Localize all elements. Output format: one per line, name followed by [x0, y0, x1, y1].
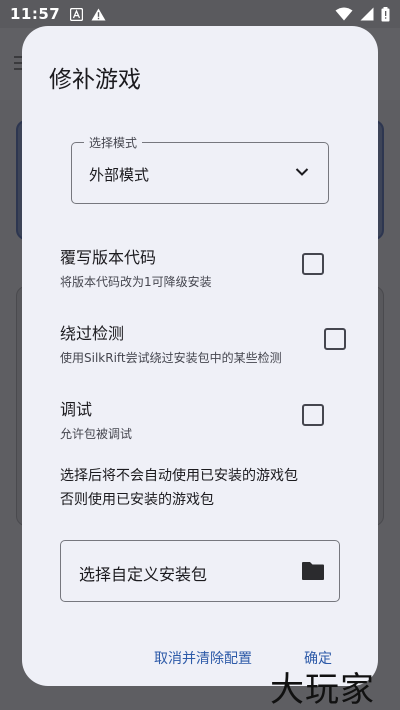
- warning-icon: [91, 8, 106, 20]
- wifi-icon: [335, 7, 353, 21]
- custom-package-label: 选择自定义安装包: [79, 565, 208, 584]
- chevron-down-icon: [295, 168, 309, 176]
- dialog-actions: 取消并清除配置 确定: [22, 646, 378, 676]
- option-title: 绕过检测: [60, 324, 125, 343]
- option-description: 使用SilkRift尝试绕过安装包中的某些检测: [60, 351, 282, 365]
- option-description: 将版本代码改为1可降级安装: [60, 275, 212, 289]
- confirm-button[interactable]: 确定: [304, 648, 332, 668]
- folder-icon: [302, 562, 324, 580]
- app-notification-icon: [70, 7, 84, 21]
- notice-text: 选择后将不会自动使用已安装的游戏包 否则使用已安装的游戏包: [60, 464, 360, 512]
- cancel-and-clear-button[interactable]: 取消并清除配置: [154, 648, 252, 668]
- select-custom-package-button[interactable]: 选择自定义安装包: [60, 540, 340, 602]
- signal-icon: [360, 7, 374, 21]
- option-description: 允许包被调试: [60, 427, 133, 441]
- mode-select-dropdown[interactable]: 选择模式 外部模式: [71, 134, 329, 204]
- debuggable-checkbox[interactable]: [302, 404, 324, 426]
- mode-select-value: 外部模式: [89, 166, 150, 184]
- patch-game-dialog: 修补游戏 选择模式 外部模式 覆写版本代码 将版本代码改为1可降级安装 绕过检测…: [22, 26, 378, 686]
- bypass-detection-checkbox[interactable]: [324, 328, 346, 350]
- notice-line: 否则使用已安装的游戏包: [60, 492, 214, 508]
- override-version-code-checkbox[interactable]: [302, 253, 324, 275]
- dialog-title: 修补游戏: [49, 67, 141, 93]
- status-time: 11:57: [10, 5, 61, 23]
- battery-icon: [381, 6, 390, 21]
- option-bypass-detection[interactable]: 绕过检测 使用SilkRift尝试绕过安装包中的某些检测: [60, 320, 360, 366]
- notice-line: 选择后将不会自动使用已安装的游戏包: [60, 468, 298, 484]
- status-bar: 11:57: [0, 0, 400, 28]
- status-right-icons: [335, 6, 390, 22]
- mode-select-label: 选择模式: [84, 134, 143, 151]
- status-left-icons: [70, 7, 106, 21]
